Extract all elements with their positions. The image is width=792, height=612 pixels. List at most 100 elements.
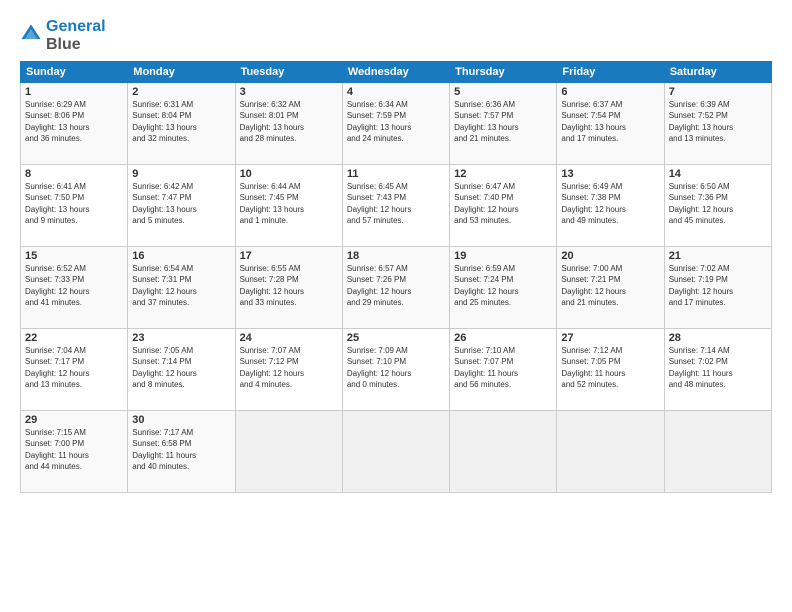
calendar-cell: 23Sunrise: 7:05 AM Sunset: 7:14 PM Dayli…	[128, 329, 235, 411]
day-number: 10	[240, 168, 338, 180]
day-info: Sunrise: 6:34 AM Sunset: 7:59 PM Dayligh…	[347, 99, 445, 144]
calendar-cell: 15Sunrise: 6:52 AM Sunset: 7:33 PM Dayli…	[21, 247, 128, 329]
col-header-wednesday: Wednesday	[342, 62, 449, 83]
col-header-saturday: Saturday	[664, 62, 771, 83]
calendar-table: SundayMondayTuesdayWednesdayThursdayFrid…	[20, 61, 772, 493]
day-info: Sunrise: 6:55 AM Sunset: 7:28 PM Dayligh…	[240, 263, 338, 308]
calendar-cell: 30Sunrise: 7:17 AM Sunset: 6:58 PM Dayli…	[128, 411, 235, 493]
calendar-cell: 17Sunrise: 6:55 AM Sunset: 7:28 PM Dayli…	[235, 247, 342, 329]
calendar-cell: 10Sunrise: 6:44 AM Sunset: 7:45 PM Dayli…	[235, 165, 342, 247]
day-number: 27	[561, 332, 659, 344]
day-number: 30	[132, 414, 230, 426]
day-info: Sunrise: 7:10 AM Sunset: 7:07 PM Dayligh…	[454, 345, 552, 390]
calendar-cell: 4Sunrise: 6:34 AM Sunset: 7:59 PM Daylig…	[342, 83, 449, 165]
day-info: Sunrise: 7:02 AM Sunset: 7:19 PM Dayligh…	[669, 263, 767, 308]
day-number: 28	[669, 332, 767, 344]
day-number: 23	[132, 332, 230, 344]
calendar-cell: 24Sunrise: 7:07 AM Sunset: 7:12 PM Dayli…	[235, 329, 342, 411]
day-info: Sunrise: 6:49 AM Sunset: 7:38 PM Dayligh…	[561, 181, 659, 226]
day-number: 21	[669, 250, 767, 262]
calendar-cell: 2Sunrise: 6:31 AM Sunset: 8:04 PM Daylig…	[128, 83, 235, 165]
day-number: 18	[347, 250, 445, 262]
calendar-cell: 16Sunrise: 6:54 AM Sunset: 7:31 PM Dayli…	[128, 247, 235, 329]
calendar-cell: 9Sunrise: 6:42 AM Sunset: 7:47 PM Daylig…	[128, 165, 235, 247]
day-number: 20	[561, 250, 659, 262]
day-number: 12	[454, 168, 552, 180]
day-number: 16	[132, 250, 230, 262]
day-info: Sunrise: 7:17 AM Sunset: 6:58 PM Dayligh…	[132, 427, 230, 472]
day-info: Sunrise: 6:59 AM Sunset: 7:24 PM Dayligh…	[454, 263, 552, 308]
day-info: Sunrise: 6:31 AM Sunset: 8:04 PM Dayligh…	[132, 99, 230, 144]
day-info: Sunrise: 6:37 AM Sunset: 7:54 PM Dayligh…	[561, 99, 659, 144]
day-number: 25	[347, 332, 445, 344]
day-number: 1	[25, 86, 123, 98]
calendar-cell: 1Sunrise: 6:29 AM Sunset: 8:06 PM Daylig…	[21, 83, 128, 165]
calendar-cell: 13Sunrise: 6:49 AM Sunset: 7:38 PM Dayli…	[557, 165, 664, 247]
day-info: Sunrise: 7:00 AM Sunset: 7:21 PM Dayligh…	[561, 263, 659, 308]
calendar-cell: 6Sunrise: 6:37 AM Sunset: 7:54 PM Daylig…	[557, 83, 664, 165]
day-number: 13	[561, 168, 659, 180]
day-number: 15	[25, 250, 123, 262]
day-info: Sunrise: 6:32 AM Sunset: 8:01 PM Dayligh…	[240, 99, 338, 144]
day-number: 14	[669, 168, 767, 180]
calendar-cell: 19Sunrise: 6:59 AM Sunset: 7:24 PM Dayli…	[450, 247, 557, 329]
day-number: 11	[347, 168, 445, 180]
day-info: Sunrise: 6:57 AM Sunset: 7:26 PM Dayligh…	[347, 263, 445, 308]
calendar-cell	[342, 411, 449, 493]
day-info: Sunrise: 7:04 AM Sunset: 7:17 PM Dayligh…	[25, 345, 123, 390]
col-header-thursday: Thursday	[450, 62, 557, 83]
col-header-sunday: Sunday	[21, 62, 128, 83]
day-info: Sunrise: 6:54 AM Sunset: 7:31 PM Dayligh…	[132, 263, 230, 308]
day-info: Sunrise: 6:45 AM Sunset: 7:43 PM Dayligh…	[347, 181, 445, 226]
day-info: Sunrise: 6:39 AM Sunset: 7:52 PM Dayligh…	[669, 99, 767, 144]
logo-text: GeneralBlue	[46, 18, 106, 53]
day-number: 4	[347, 86, 445, 98]
day-number: 26	[454, 332, 552, 344]
calendar-cell: 25Sunrise: 7:09 AM Sunset: 7:10 PM Dayli…	[342, 329, 449, 411]
calendar-cell: 3Sunrise: 6:32 AM Sunset: 8:01 PM Daylig…	[235, 83, 342, 165]
day-number: 6	[561, 86, 659, 98]
day-number: 29	[25, 414, 123, 426]
day-number: 8	[25, 168, 123, 180]
calendar-cell: 12Sunrise: 6:47 AM Sunset: 7:40 PM Dayli…	[450, 165, 557, 247]
day-number: 9	[132, 168, 230, 180]
day-info: Sunrise: 7:07 AM Sunset: 7:12 PM Dayligh…	[240, 345, 338, 390]
calendar-cell: 14Sunrise: 6:50 AM Sunset: 7:36 PM Dayli…	[664, 165, 771, 247]
day-number: 2	[132, 86, 230, 98]
col-header-monday: Monday	[128, 62, 235, 83]
day-number: 22	[25, 332, 123, 344]
calendar-cell	[450, 411, 557, 493]
day-info: Sunrise: 6:29 AM Sunset: 8:06 PM Dayligh…	[25, 99, 123, 144]
day-info: Sunrise: 7:14 AM Sunset: 7:02 PM Dayligh…	[669, 345, 767, 390]
day-info: Sunrise: 6:44 AM Sunset: 7:45 PM Dayligh…	[240, 181, 338, 226]
day-number: 17	[240, 250, 338, 262]
day-info: Sunrise: 7:15 AM Sunset: 7:00 PM Dayligh…	[25, 427, 123, 472]
day-info: Sunrise: 6:47 AM Sunset: 7:40 PM Dayligh…	[454, 181, 552, 226]
calendar-cell: 27Sunrise: 7:12 AM Sunset: 7:05 PM Dayli…	[557, 329, 664, 411]
day-info: Sunrise: 7:09 AM Sunset: 7:10 PM Dayligh…	[347, 345, 445, 390]
day-number: 24	[240, 332, 338, 344]
day-info: Sunrise: 6:50 AM Sunset: 7:36 PM Dayligh…	[669, 181, 767, 226]
calendar-cell: 26Sunrise: 7:10 AM Sunset: 7:07 PM Dayli…	[450, 329, 557, 411]
calendar-cell: 7Sunrise: 6:39 AM Sunset: 7:52 PM Daylig…	[664, 83, 771, 165]
calendar-cell: 5Sunrise: 6:36 AM Sunset: 7:57 PM Daylig…	[450, 83, 557, 165]
day-number: 19	[454, 250, 552, 262]
calendar-cell: 11Sunrise: 6:45 AM Sunset: 7:43 PM Dayli…	[342, 165, 449, 247]
calendar-cell: 21Sunrise: 7:02 AM Sunset: 7:19 PM Dayli…	[664, 247, 771, 329]
day-info: Sunrise: 7:12 AM Sunset: 7:05 PM Dayligh…	[561, 345, 659, 390]
day-info: Sunrise: 6:36 AM Sunset: 7:57 PM Dayligh…	[454, 99, 552, 144]
day-info: Sunrise: 7:05 AM Sunset: 7:14 PM Dayligh…	[132, 345, 230, 390]
col-header-friday: Friday	[557, 62, 664, 83]
calendar-cell: 22Sunrise: 7:04 AM Sunset: 7:17 PM Dayli…	[21, 329, 128, 411]
calendar-cell	[664, 411, 771, 493]
calendar-cell: 8Sunrise: 6:41 AM Sunset: 7:50 PM Daylig…	[21, 165, 128, 247]
calendar-cell: 29Sunrise: 7:15 AM Sunset: 7:00 PM Dayli…	[21, 411, 128, 493]
day-number: 7	[669, 86, 767, 98]
day-info: Sunrise: 6:52 AM Sunset: 7:33 PM Dayligh…	[25, 263, 123, 308]
day-number: 5	[454, 86, 552, 98]
calendar-cell: 20Sunrise: 7:00 AM Sunset: 7:21 PM Dayli…	[557, 247, 664, 329]
calendar-cell: 18Sunrise: 6:57 AM Sunset: 7:26 PM Dayli…	[342, 247, 449, 329]
calendar-cell	[557, 411, 664, 493]
day-info: Sunrise: 6:41 AM Sunset: 7:50 PM Dayligh…	[25, 181, 123, 226]
calendar-cell: 28Sunrise: 7:14 AM Sunset: 7:02 PM Dayli…	[664, 329, 771, 411]
